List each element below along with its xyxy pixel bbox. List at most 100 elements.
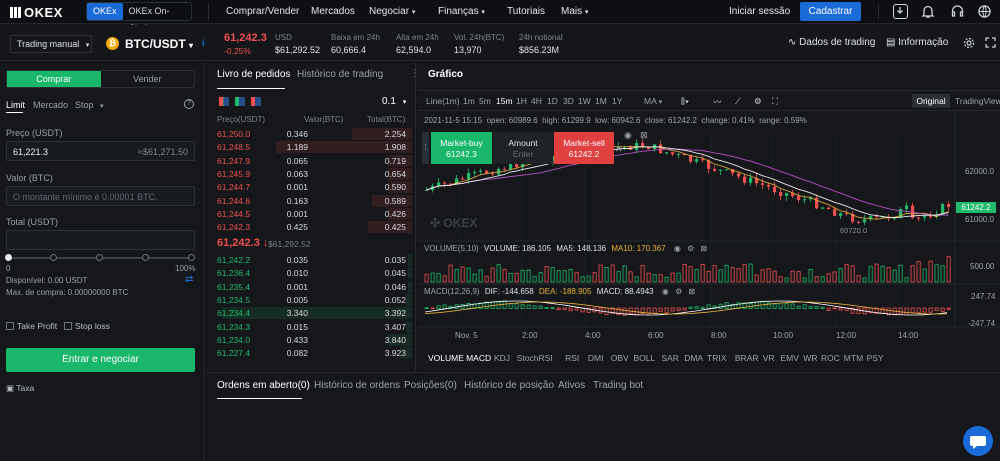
market-buy-button[interactable]: Market-buy 61242.3 <box>431 132 492 164</box>
nav-trade[interactable]: Negociar ▾ <box>369 6 415 17</box>
amount-input[interactable]: O montante mínimo é 0.00001 BTC. <box>6 186 195 206</box>
close-icon[interactable]: ⊠ <box>700 244 707 253</box>
slider-handle[interactable] <box>5 254 12 261</box>
trading-mode-select[interactable]: Trading manual ▾ <box>10 35 92 53</box>
slider-step[interactable] <box>50 254 57 261</box>
slider-step[interactable] <box>188 254 195 261</box>
indicator-trix[interactable]: TRIX <box>707 353 726 363</box>
okex-logo[interactable]: OKEX <box>10 5 63 20</box>
interval-5m[interactable]: 5m <box>479 96 491 106</box>
bid-row[interactable]: 61,242.2 0.035 0.035 <box>212 254 412 266</box>
indicator-volume[interactable]: VOLUME <box>428 353 464 363</box>
order-tab[interactable]: Trading bot <box>593 380 643 391</box>
toggle-okex-onchain[interactable]: OKEx On-Chain <box>123 3 191 33</box>
tab-market[interactable]: Mercado <box>33 100 68 110</box>
indicator-psy[interactable]: PSY <box>867 353 884 363</box>
order-tab[interactable]: Histórico de ordens <box>314 380 400 391</box>
overlay-close-icon[interactable]: ✕ <box>615 144 623 155</box>
nav-finance[interactable]: Finanças ▾ <box>438 6 485 17</box>
chart-settings-icon[interactable]: ⚙ <box>754 96 762 107</box>
chart-fullscreen-icon[interactable]: ⛶ <box>772 96 778 107</box>
eye-icon[interactable]: ◉ <box>624 130 632 141</box>
bid-row[interactable]: 61,234.4 3.340 3.392 <box>212 307 412 320</box>
settings-icon[interactable]: ⚙ <box>687 244 694 253</box>
indicator-vr[interactable]: VR <box>763 353 775 363</box>
interval-15m[interactable]: 15m <box>496 96 513 106</box>
order-tab[interactable]: Ativos <box>558 380 585 391</box>
indicator-emv[interactable]: EMV <box>781 353 799 363</box>
indicator-obv[interactable]: OBV <box>611 353 629 363</box>
view-bids-icon[interactable] <box>235 97 245 106</box>
info-link[interactable]: ▤ Informação <box>886 37 948 48</box>
ma-select[interactable]: MA ▾ <box>644 96 662 106</box>
fullscreen-icon[interactable] <box>985 37 996 50</box>
order-tab[interactable]: Histórico de posição <box>464 380 554 391</box>
interval-4h[interactable]: 4H <box>531 96 542 106</box>
view-asks-icon[interactable] <box>251 97 261 106</box>
info-icon[interactable]: i <box>202 38 205 48</box>
eye-icon[interactable]: ◉ <box>662 287 669 296</box>
indicator-stochrsi[interactable]: StochRSI <box>517 353 553 363</box>
bid-row[interactable]: 61,235.4 0.001 0.046 <box>212 280 412 293</box>
ask-row[interactable]: 61,245.9 0.063 0.654 <box>212 167 412 180</box>
order-tab[interactable]: Ordens em aberto(0) <box>217 380 310 391</box>
ask-row[interactable]: 61,242.3 0.425 0.425 <box>212 221 412 234</box>
draw-tool-icon[interactable]: ⟋ <box>735 96 741 107</box>
overlay-drag-handle-icon[interactable]: ⋮ <box>422 132 429 164</box>
interval-1d[interactable]: 1D <box>547 96 558 106</box>
indicator-dma[interactable]: DMA <box>684 353 703 363</box>
bell-icon[interactable] <box>921 4 935 21</box>
trading-data-link[interactable]: ∿ Dados de trading <box>788 37 875 48</box>
interval-3d[interactable]: 3D <box>563 96 574 106</box>
market-sell-button[interactable]: Market-sell 61242.2 <box>554 132 614 164</box>
headset-icon[interactable] <box>950 4 965 21</box>
stop-loss-checkbox[interactable]: Stop loss <box>64 321 110 331</box>
bid-row[interactable]: 61,236.4 0.010 0.045 <box>212 267 412 280</box>
tab-buy[interactable]: Comprar <box>7 71 101 87</box>
indicator-dmi[interactable]: DMI <box>588 353 604 363</box>
indicator-brar[interactable]: BRAR <box>735 353 759 363</box>
bid-row[interactable]: 61,227.4 0.082 3.923 <box>212 347 412 360</box>
interval-1m[interactable]: 1M <box>595 96 607 106</box>
candle-type-icon[interactable]: ⫼▾ <box>681 96 689 107</box>
slider-step[interactable] <box>142 254 149 261</box>
fee-link[interactable]: ▣ Taxa <box>6 383 34 394</box>
ask-row[interactable]: 61,247.9 0.065 0.719 <box>212 154 412 167</box>
login-link[interactable]: Iniciar sessão <box>729 6 790 17</box>
total-input[interactable] <box>6 230 195 250</box>
interval-1h[interactable]: 1H <box>516 96 527 106</box>
submit-order-button[interactable]: Entrar e negociar <box>6 348 195 372</box>
transfer-icon[interactable]: ⇄ <box>185 274 193 285</box>
settings-icon[interactable] <box>963 37 975 51</box>
bid-row[interactable]: 61,234.5 0.005 0.052 <box>212 293 412 306</box>
slider-step[interactable] <box>96 254 103 261</box>
nav-buy-sell[interactable]: Comprar/Vender <box>226 6 299 17</box>
chat-support-button[interactable] <box>963 426 993 456</box>
help-icon[interactable]: ? <box>184 99 194 109</box>
nav-tutorials[interactable]: Tutoriais <box>507 6 545 17</box>
ask-row[interactable]: 61,250.0 0.346 2.254 <box>212 128 412 140</box>
indicator-kdj[interactable]: KDJ <box>494 353 510 363</box>
price-input[interactable]: 61,221.3 ≈$61,271.50 <box>6 141 195 161</box>
indicator-sar[interactable]: SAR <box>661 353 678 363</box>
indicator-mtm[interactable]: MTM <box>844 353 863 363</box>
globe-icon[interactable] <box>977 4 992 21</box>
take-profit-checkbox[interactable]: Take Profit <box>6 321 57 331</box>
indicator-macd[interactable]: MACD <box>466 353 491 363</box>
line-tool-icon[interactable]: 〰 <box>713 96 722 108</box>
nav-more[interactable]: Mais ▾ <box>561 6 588 17</box>
nav-markets[interactable]: Mercados <box>311 6 355 17</box>
tab-stop[interactable]: Stop ▾ <box>75 100 104 110</box>
ask-row[interactable]: 61,244.5 0.001 0.426 <box>212 207 412 220</box>
bid-row[interactable]: 61,234.3 0.015 3.407 <box>212 320 412 333</box>
signup-button[interactable]: Cadastrar <box>800 2 861 21</box>
bid-row[interactable]: 61,234.0 0.433 3.840 <box>212 333 412 346</box>
indicator-rsi[interactable]: RSI <box>565 353 579 363</box>
tab-limit[interactable]: Limit <box>6 100 25 110</box>
indicator-wr[interactable]: WR <box>803 353 817 363</box>
view-original-button[interactable]: Original <box>912 94 950 108</box>
indicator-roc[interactable]: ROC <box>821 353 840 363</box>
close-icon[interactable]: ⊠ <box>688 287 695 296</box>
download-icon[interactable] <box>893 4 908 19</box>
toggle-okex[interactable]: OKEx <box>87 3 123 20</box>
